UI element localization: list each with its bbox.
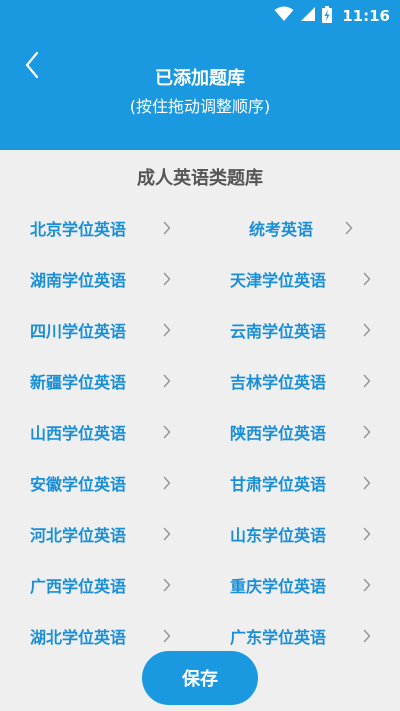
question-bank-label: 甘肃学位英语 <box>230 474 327 494</box>
chevron-right-icon <box>345 220 353 235</box>
page-title: 已添加题库 <box>155 68 245 89</box>
chevron-right-icon <box>363 424 371 439</box>
wifi-icon <box>274 6 294 26</box>
question-bank-item[interactable]: 云南学位英语 <box>0 304 400 355</box>
question-bank-label: 云南学位英语 <box>230 321 327 341</box>
question-bank-item[interactable]: 甘肃学位英语 <box>0 457 400 508</box>
status-time: 11:16 <box>342 7 390 25</box>
question-bank-item[interactable]: 天津学位英语 <box>0 253 400 304</box>
question-bank-item[interactable]: 陕西学位英语 <box>0 406 400 457</box>
save-button[interactable]: 保存 <box>142 651 258 705</box>
question-bank-item[interactable]: 山东学位英语 <box>0 508 400 559</box>
section-title: 成人英语类题库 <box>137 168 263 189</box>
page-subtitle: (按住拖动调整顺序) <box>129 97 271 116</box>
question-bank-label: 重庆学位英语 <box>230 576 327 596</box>
question-bank-label: 山东学位英语 <box>230 525 327 545</box>
chevron-right-icon <box>363 526 371 541</box>
status-bar: 11:16 <box>0 0 400 32</box>
header: 已添加题库 (按住拖动调整顺序) <box>0 32 400 150</box>
signal-icon <box>300 6 316 26</box>
question-bank-item[interactable]: 统考英语 <box>0 202 400 253</box>
question-bank-label: 陕西学位英语 <box>230 423 327 443</box>
chevron-right-icon <box>363 628 371 643</box>
chevron-right-icon <box>363 271 371 286</box>
status-icons: 11:16 <box>274 0 390 32</box>
battery-icon <box>322 5 333 27</box>
chevron-right-icon <box>363 577 371 592</box>
question-bank-label: 天津学位英语 <box>230 270 327 290</box>
question-bank-item[interactable]: 吉林学位英语 <box>0 355 400 406</box>
question-bank-label: 统考英语 <box>249 219 314 239</box>
chevron-right-icon <box>363 475 371 490</box>
question-bank-label: 吉林学位英语 <box>230 372 327 392</box>
chevron-right-icon <box>363 322 371 337</box>
question-bank-label: 广东学位英语 <box>230 627 327 647</box>
question-bank-item[interactable]: 重庆学位英语 <box>0 559 400 610</box>
chevron-right-icon <box>363 373 371 388</box>
